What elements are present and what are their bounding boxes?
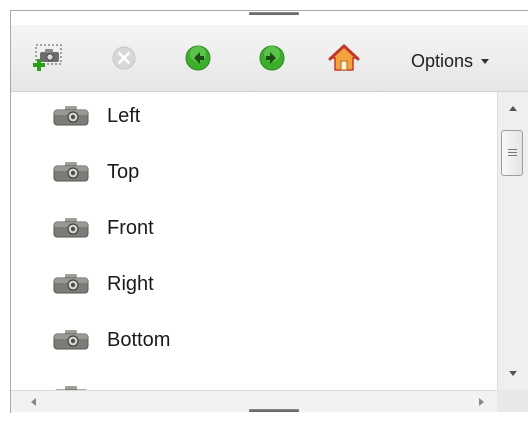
scroll-right-arrow-icon[interactable] <box>479 398 484 406</box>
chevron-down-icon <box>481 58 490 64</box>
camera-add-icon <box>33 44 62 71</box>
options-label: Options <box>411 50 474 71</box>
list-item-label: Bottom <box>107 328 171 351</box>
resize-grip-top[interactable] <box>249 12 299 15</box>
list-item[interactable]: Bottom <box>53 320 170 360</box>
camera-icon <box>53 330 89 350</box>
scrollbar-thumb[interactable] <box>501 130 523 176</box>
close-circle-icon <box>112 46 136 70</box>
camera-icon <box>53 274 89 294</box>
list-item-label: Left <box>107 104 141 127</box>
home-button[interactable] <box>327 41 361 75</box>
camera-icon <box>53 106 89 126</box>
add-view-button[interactable] <box>31 41 65 75</box>
list-item[interactable]: Right <box>53 264 154 304</box>
camera-icon <box>53 162 89 182</box>
toolbar: Options <box>11 25 528 92</box>
vertical-scrollbar[interactable] <box>497 92 528 390</box>
list-item-label: Front <box>107 216 154 239</box>
forward-button[interactable] <box>255 41 289 75</box>
scrollbar-corner <box>497 390 528 412</box>
scroll-up-arrow-icon[interactable] <box>509 106 517 111</box>
scroll-down-arrow-icon[interactable] <box>509 371 517 376</box>
camera-icon <box>53 218 89 238</box>
list-item-partial[interactable] <box>53 376 107 390</box>
arrow-right-circle-icon <box>259 45 285 71</box>
saved-views-panel: Options Left Top Front Right Bottom <box>10 10 528 413</box>
home-icon <box>328 44 360 71</box>
back-button[interactable] <box>181 41 215 75</box>
scroll-left-arrow-icon[interactable] <box>31 398 36 406</box>
views-list: Left Top Front Right Bottom <box>11 92 497 390</box>
list-item-label: Right <box>107 272 154 295</box>
list-item[interactable]: Top <box>53 152 139 192</box>
arrow-left-circle-icon <box>185 45 211 71</box>
resize-grip-bottom[interactable] <box>249 409 299 412</box>
delete-view-button[interactable] <box>107 41 141 75</box>
list-item[interactable]: Front <box>53 208 154 248</box>
options-menu[interactable]: Options <box>411 50 490 72</box>
list-item[interactable]: Left <box>53 96 140 136</box>
list-item-label: Top <box>107 160 140 183</box>
